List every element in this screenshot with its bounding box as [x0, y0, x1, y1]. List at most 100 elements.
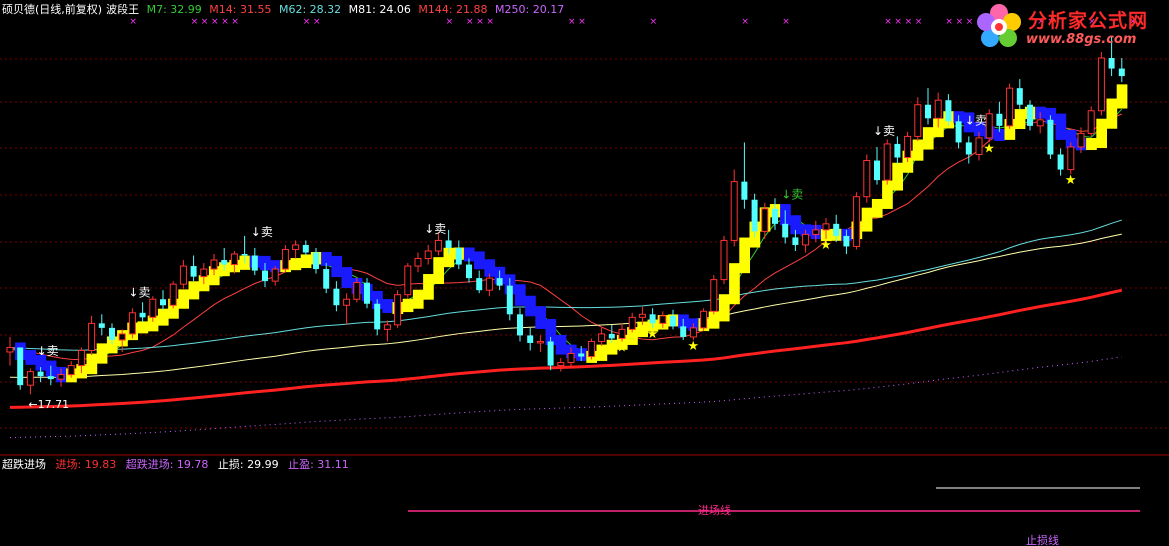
candle-body: [210, 259, 218, 270]
candle-body: [720, 239, 728, 281]
candle-body: [1027, 104, 1033, 126]
ma-line-m62: [9, 219, 1122, 351]
candle-53: [547, 336, 554, 371]
take-profit-value: 止盈: 31.11: [288, 458, 349, 471]
candle-body: [985, 113, 993, 139]
sub-panel-name: 超跌进场: [2, 458, 46, 471]
candle-86: [883, 139, 891, 185]
site-logo[interactable]: 分析家公式网 www.88gs.com: [972, 0, 1168, 52]
candle-body: [333, 288, 340, 306]
candle-body: [628, 316, 636, 330]
candle-body: [221, 260, 228, 265]
candle-83: [853, 192, 861, 250]
candle-body: [455, 247, 462, 265]
buy-star-icon: ★: [647, 327, 659, 342]
candle-31: [323, 263, 330, 294]
candle-body: [894, 143, 901, 158]
ma-label-m14: M14: 31.55: [209, 3, 272, 16]
candle-body: [485, 277, 493, 291]
candle-body: [251, 255, 258, 271]
candle-46: [476, 270, 483, 294]
candle-body: [945, 100, 952, 122]
candle-body: [404, 265, 412, 296]
candle-body: [1077, 132, 1085, 148]
sell-signal: ↓卖: [424, 222, 446, 236]
candle-28: [292, 240, 300, 259]
candle-body: [466, 264, 472, 279]
band-segment: [871, 198, 883, 218]
candle-44: [455, 240, 462, 270]
candle-87: [894, 136, 901, 164]
candle-body: [680, 326, 687, 337]
candle-body: [414, 258, 422, 267]
candle-body: [618, 328, 626, 339]
cross-marker-icon: ×: [466, 17, 474, 27]
band-segment: [922, 127, 934, 150]
candle-body: [751, 199, 758, 232]
cross-marker-icon: ×: [905, 17, 913, 27]
candle-26: [271, 266, 279, 286]
ma-label-m81: M81: 24.06: [348, 3, 411, 16]
candle-body: [761, 208, 769, 232]
candle-body: [434, 239, 442, 252]
band-segment: [1014, 109, 1026, 130]
candle-body: [200, 268, 208, 278]
candle-96: [985, 109, 993, 143]
cross-marker-icon: ×: [211, 17, 219, 27]
band-segment: [341, 267, 353, 288]
candle-body: [557, 362, 565, 367]
band-segment: [729, 263, 740, 305]
candle-body: [730, 181, 738, 241]
candle-body: [965, 142, 972, 155]
candle-107: [1097, 51, 1105, 116]
candle-body: [496, 278, 503, 286]
low-price-label: ←17.71: [28, 398, 69, 411]
cross-marker-icon: ×: [894, 17, 902, 27]
band-segment: [96, 343, 108, 364]
candle-47: [485, 273, 493, 297]
buy-star-icon: ★: [616, 340, 628, 355]
candle-24: [251, 247, 258, 276]
candle-29: [302, 240, 309, 256]
candle-body: [792, 237, 799, 245]
candle-body: [1097, 57, 1105, 112]
candle-body: [689, 327, 697, 338]
sub-panel-header: 超跌进场 进场: 19.83 超跌进场: 19.78 止损: 29.99 止盈:…: [2, 458, 355, 472]
candle-88: [904, 131, 912, 163]
candle-body: [128, 312, 136, 335]
candle-106: [1087, 106, 1095, 137]
candle-body: [1016, 88, 1023, 105]
band-segment: [1116, 84, 1128, 109]
candle-1: [17, 347, 24, 390]
candle-body: [527, 335, 534, 343]
band-segment: [188, 281, 200, 300]
band-segment: [596, 344, 608, 361]
buy-star-icon: ★: [820, 238, 832, 253]
candle-body: [659, 315, 667, 324]
candle-body: [638, 313, 646, 318]
candle-52: [536, 335, 544, 352]
candle-42: [434, 232, 442, 256]
candle-0: [6, 336, 14, 366]
band-segment: [382, 299, 393, 313]
candle-body: [262, 270, 268, 282]
candle-12: [128, 308, 136, 339]
candle-body: [6, 346, 14, 353]
candle-body: [649, 314, 656, 324]
candle-65: [670, 309, 676, 330]
sell-signal: ↓卖: [781, 187, 803, 201]
band-segment: [137, 321, 149, 334]
candle-75: [772, 198, 778, 230]
candle-37: [383, 320, 391, 342]
candle-body: [169, 283, 177, 306]
buy-star-icon: ★: [687, 339, 699, 354]
candle-109: [1118, 58, 1125, 83]
band-segment: [178, 289, 189, 309]
entry-line-label: 进场线: [698, 503, 731, 517]
candle-body: [343, 298, 351, 306]
candle-103: [1057, 148, 1064, 176]
candle-body: [98, 323, 105, 328]
candle-92: [945, 94, 952, 126]
cross-marker-icon: ×: [446, 17, 454, 27]
candle-body: [883, 143, 891, 181]
